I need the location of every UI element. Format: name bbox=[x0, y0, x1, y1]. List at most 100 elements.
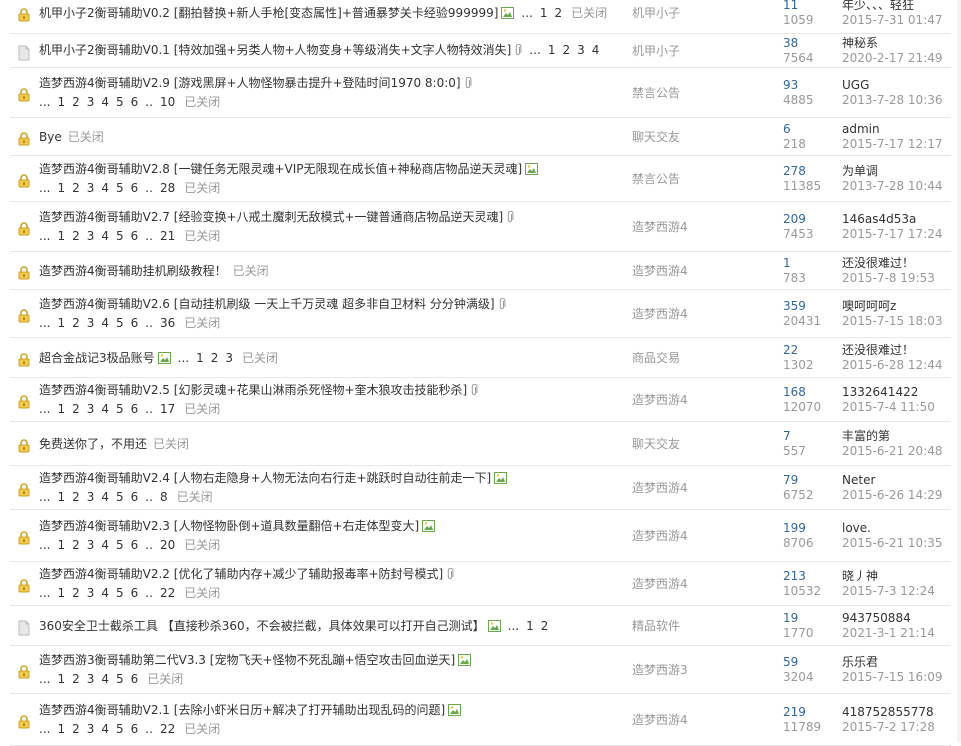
last-post-time[interactable]: 2015-6-21 10:35 bbox=[842, 536, 957, 551]
page-link[interactable]: 2 bbox=[72, 95, 80, 109]
page-link[interactable]: ... bbox=[178, 351, 189, 365]
page-link[interactable]: 3 bbox=[87, 722, 95, 736]
last-post-author[interactable]: 乐乐君 bbox=[842, 655, 957, 670]
page-link[interactable]: ... bbox=[39, 586, 50, 600]
page-link[interactable]: 6 bbox=[131, 229, 139, 243]
page-link[interactable]: 4 bbox=[592, 43, 600, 57]
thread-title-link[interactable]: 造梦西游4衡哥辅助V2.8 bbox=[39, 162, 170, 176]
page-link[interactable]: 2 bbox=[72, 181, 80, 195]
thread-title-link[interactable]: 造梦西游3衡哥辅助第二代V3.3 bbox=[39, 653, 206, 667]
forum-link[interactable]: 禁言公告 bbox=[632, 85, 772, 101]
page-link[interactable]: 8 bbox=[160, 490, 168, 504]
page-link[interactable]: 2 bbox=[72, 586, 80, 600]
page-link[interactable]: 1 bbox=[57, 538, 65, 552]
page-link[interactable]: ... bbox=[39, 95, 50, 109]
page-link[interactable]: 6 bbox=[131, 490, 139, 504]
forum-link[interactable]: 聊天交友 bbox=[632, 436, 772, 452]
forum-link[interactable]: 机甲小子 bbox=[632, 5, 772, 21]
reply-count[interactable]: 59 bbox=[783, 655, 838, 670]
scrollbar[interactable] bbox=[957, 0, 961, 743]
forum-link[interactable]: 造梦西游4 bbox=[632, 528, 772, 544]
page-link[interactable]: 2 bbox=[72, 229, 80, 243]
page-link[interactable]: 5 bbox=[116, 672, 124, 686]
page-link[interactable]: 1 bbox=[57, 490, 65, 504]
page-link[interactable]: 1 bbox=[57, 229, 65, 243]
forum-link[interactable]: 造梦西游3 bbox=[632, 662, 772, 678]
forum-link[interactable]: 造梦西游4 bbox=[632, 480, 772, 496]
page-link[interactable]: 4 bbox=[101, 490, 109, 504]
page-link[interactable]: 1 bbox=[526, 619, 534, 633]
page-link[interactable]: 1 bbox=[57, 722, 65, 736]
page-link[interactable]: ... bbox=[521, 6, 532, 20]
page-link[interactable]: 5 bbox=[116, 722, 124, 736]
thread-title-link[interactable]: Bye bbox=[39, 130, 62, 144]
forum-link[interactable]: 造梦西游4 bbox=[632, 712, 772, 728]
page-link[interactable]: 1 bbox=[57, 95, 65, 109]
reply-count[interactable]: 359 bbox=[783, 299, 838, 314]
thread-title-link[interactable]: 造梦西游4衡哥辅助V2.2 bbox=[39, 567, 170, 581]
thread-title-link[interactable]: 造梦西游4衡哥辅助V2.5 bbox=[39, 383, 170, 397]
page-link[interactable]: 36 bbox=[160, 316, 175, 330]
page-link[interactable]: 4 bbox=[101, 95, 109, 109]
page-link[interactable]: ... bbox=[39, 538, 50, 552]
forum-link[interactable]: 造梦西游4 bbox=[632, 219, 772, 235]
page-link[interactable]: 1 bbox=[57, 402, 65, 416]
page-link[interactable]: 1 bbox=[57, 586, 65, 600]
page-link[interactable]: 2 bbox=[72, 538, 80, 552]
page-link[interactable]: 3 bbox=[87, 586, 95, 600]
last-post-time[interactable]: 2015-7-17 12:17 bbox=[842, 137, 957, 152]
last-post-time[interactable]: 2015-6-26 14:29 bbox=[842, 488, 957, 503]
page-link[interactable]: .. bbox=[145, 538, 153, 552]
thread-title-link[interactable]: 360安全卫士截杀工具 bbox=[39, 619, 158, 633]
page-link[interactable]: 2 bbox=[211, 351, 219, 365]
thread-title-link[interactable]: 造梦西游4衡哥辅助V2.3 bbox=[39, 519, 170, 533]
page-link[interactable]: ... bbox=[39, 181, 50, 195]
reply-count[interactable]: 209 bbox=[783, 212, 838, 227]
reply-count[interactable]: 278 bbox=[783, 164, 838, 179]
reply-count[interactable]: 38 bbox=[783, 36, 838, 51]
page-link[interactable]: 6 bbox=[131, 586, 139, 600]
page-link[interactable]: 2 bbox=[555, 6, 563, 20]
page-link[interactable]: .. bbox=[145, 316, 153, 330]
page-link[interactable]: 3 bbox=[87, 538, 95, 552]
page-link[interactable]: 5 bbox=[116, 181, 124, 195]
thread-title-link[interactable]: 造梦西游4衡哥辅助V2.7 bbox=[39, 210, 170, 224]
last-post-time[interactable]: 2015-7-3 12:24 bbox=[842, 584, 957, 599]
page-link[interactable]: 6 bbox=[131, 316, 139, 330]
page-link[interactable]: ... bbox=[39, 490, 50, 504]
page-link[interactable]: 2 bbox=[72, 672, 80, 686]
last-post-author[interactable]: 为单调 bbox=[842, 164, 957, 179]
page-link[interactable]: 20 bbox=[160, 538, 175, 552]
page-link[interactable]: 22 bbox=[160, 586, 175, 600]
forum-link[interactable]: 机甲小子 bbox=[632, 43, 772, 59]
page-link[interactable]: .. bbox=[145, 586, 153, 600]
page-link[interactable]: 6 bbox=[131, 672, 139, 686]
reply-count[interactable]: 79 bbox=[783, 473, 838, 488]
forum-link[interactable]: 聊天交友 bbox=[632, 129, 772, 145]
thread-title-link[interactable]: 造梦西游4衡哥辅助挂机刷级教程！ bbox=[39, 264, 227, 278]
last-post-author[interactable]: 1332641422 bbox=[842, 385, 957, 400]
last-post-author[interactable]: 丰富的第 bbox=[842, 429, 957, 444]
page-link[interactable]: 6 bbox=[131, 95, 139, 109]
page-link[interactable]: 6 bbox=[131, 538, 139, 552]
page-link[interactable]: 3 bbox=[87, 490, 95, 504]
page-link[interactable]: 22 bbox=[160, 722, 175, 736]
last-post-author[interactable]: 还没很难过！ bbox=[842, 256, 957, 271]
reply-count[interactable]: 219 bbox=[783, 705, 838, 720]
last-post-author[interactable]: 146as4d53a bbox=[842, 212, 957, 227]
reply-count[interactable]: 22 bbox=[783, 343, 838, 358]
page-link[interactable]: ... bbox=[39, 672, 50, 686]
page-link[interactable]: ... bbox=[529, 43, 540, 57]
page-link[interactable]: 3 bbox=[577, 43, 585, 57]
page-link[interactable]: 1 bbox=[548, 43, 556, 57]
page-link[interactable]: .. bbox=[145, 722, 153, 736]
last-post-author[interactable]: admin bbox=[842, 122, 957, 137]
page-link[interactable]: 5 bbox=[116, 538, 124, 552]
page-link[interactable]: 4 bbox=[101, 316, 109, 330]
thread-title-link[interactable]: 机甲小子2衡哥辅助V0.1 bbox=[39, 43, 170, 57]
page-link[interactable]: 4 bbox=[101, 672, 109, 686]
page-link[interactable]: 1 bbox=[57, 181, 65, 195]
thread-title-link[interactable]: 造梦西游4衡哥辅助V2.6 bbox=[39, 297, 170, 311]
page-link[interactable]: 4 bbox=[101, 586, 109, 600]
reply-count[interactable]: 11 bbox=[783, 0, 838, 13]
